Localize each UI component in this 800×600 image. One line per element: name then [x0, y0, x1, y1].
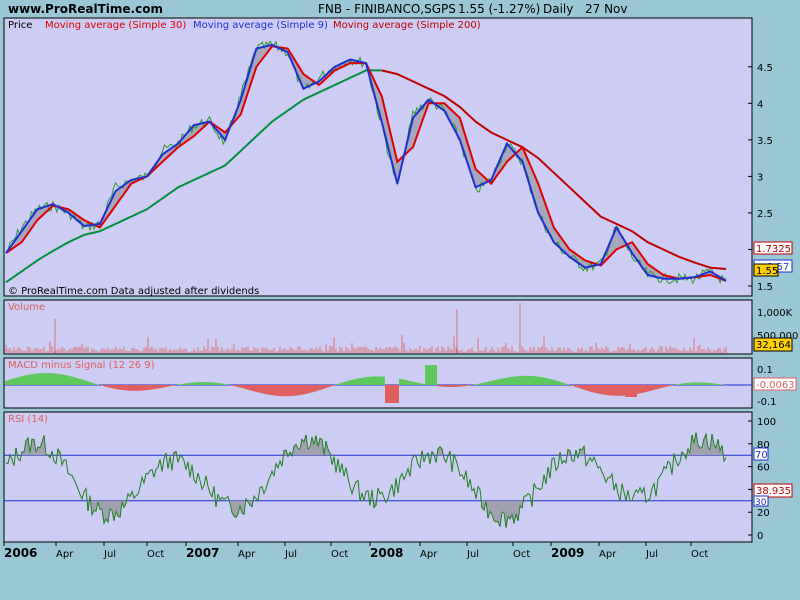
x-axis-label: Jul — [284, 549, 297, 560]
badge-macd: -0.0063 — [753, 377, 797, 391]
chart-canvas: Price Moving average (Simple 30) Moving … — [3, 17, 798, 560]
x-axis-label: Apr — [56, 549, 74, 560]
svg-text:1.7325: 1.7325 — [756, 244, 791, 255]
price-tick-label: 3.5 — [757, 136, 773, 147]
rsi-tick-label: 100 — [757, 417, 776, 428]
svg-text:30: 30 — [755, 498, 767, 508]
x-axis-label: Jul — [645, 549, 658, 560]
badge-price: 1.55 — [753, 263, 779, 277]
badge-rsi-value: 38.935 — [753, 483, 793, 498]
legend-price: Price — [8, 20, 32, 31]
footnote: © ProRealTime.com Data adjusted after di… — [8, 286, 259, 297]
volume-panel[interactable] — [3, 299, 753, 355]
rsi-tick-label: 60 — [757, 463, 770, 474]
rsi-panel[interactable] — [3, 411, 753, 543]
x-axis-label: Oct — [691, 549, 708, 560]
x-axis-label: Apr — [420, 549, 438, 560]
x-axis-label: 2008 — [370, 546, 403, 560]
x-axis-label: Oct — [513, 549, 530, 560]
badge-rsi-lower: 30 — [753, 495, 769, 508]
svg-text:32,164: 32,164 — [756, 340, 791, 351]
svg-text:38.935: 38.935 — [756, 486, 791, 497]
x-axis-label: Jul — [466, 549, 479, 560]
x-axis-label: Oct — [147, 549, 164, 560]
rsi-label: RSI (14) — [8, 414, 48, 425]
x-axis-label: 2009 — [551, 546, 584, 560]
price-tick-label: 4 — [757, 99, 763, 110]
legend-ma9: Moving average (Simple 9) — [193, 20, 328, 31]
x-axis-label: 2006 — [4, 546, 37, 560]
legend-ma30: Moving average (Simple 30) — [45, 20, 186, 31]
badge-rsi-upper: 70 — [753, 447, 769, 461]
svg-text:-0.0063: -0.0063 — [756, 380, 795, 391]
rsi-tick-label: 0 — [757, 531, 763, 542]
svg-text:70: 70 — [755, 450, 768, 461]
price-tick-label: 1.5 — [757, 282, 773, 293]
rsi-tick-label: 20 — [757, 508, 770, 519]
badge-ma200: 1.7325 — [753, 241, 793, 255]
macd-label: MACD minus Signal (12 26 9) — [8, 360, 155, 371]
x-axis-label: Apr — [238, 549, 256, 560]
x-axis-label: Jul — [103, 549, 116, 560]
macd-tick-pos: 0.1 — [757, 365, 773, 376]
price-tick-label: 3 — [757, 172, 763, 183]
svg-text:1.55: 1.55 — [756, 266, 778, 277]
x-axis-label: Oct — [331, 549, 348, 560]
x-axis-label: Apr — [599, 549, 617, 560]
x-axis-label: 2007 — [186, 546, 219, 560]
price-tick-label: 2.5 — [757, 209, 773, 220]
volume-tick-1000k: 1,000K — [757, 308, 793, 319]
volume-label: Volume — [8, 302, 45, 313]
price-tick-label: 4.5 — [757, 63, 773, 74]
legend-ma200: Moving average (Simple 200) — [333, 20, 481, 31]
macd-tick-neg: -0.1 — [757, 397, 777, 408]
badge-volume: 32,164 — [753, 337, 793, 352]
